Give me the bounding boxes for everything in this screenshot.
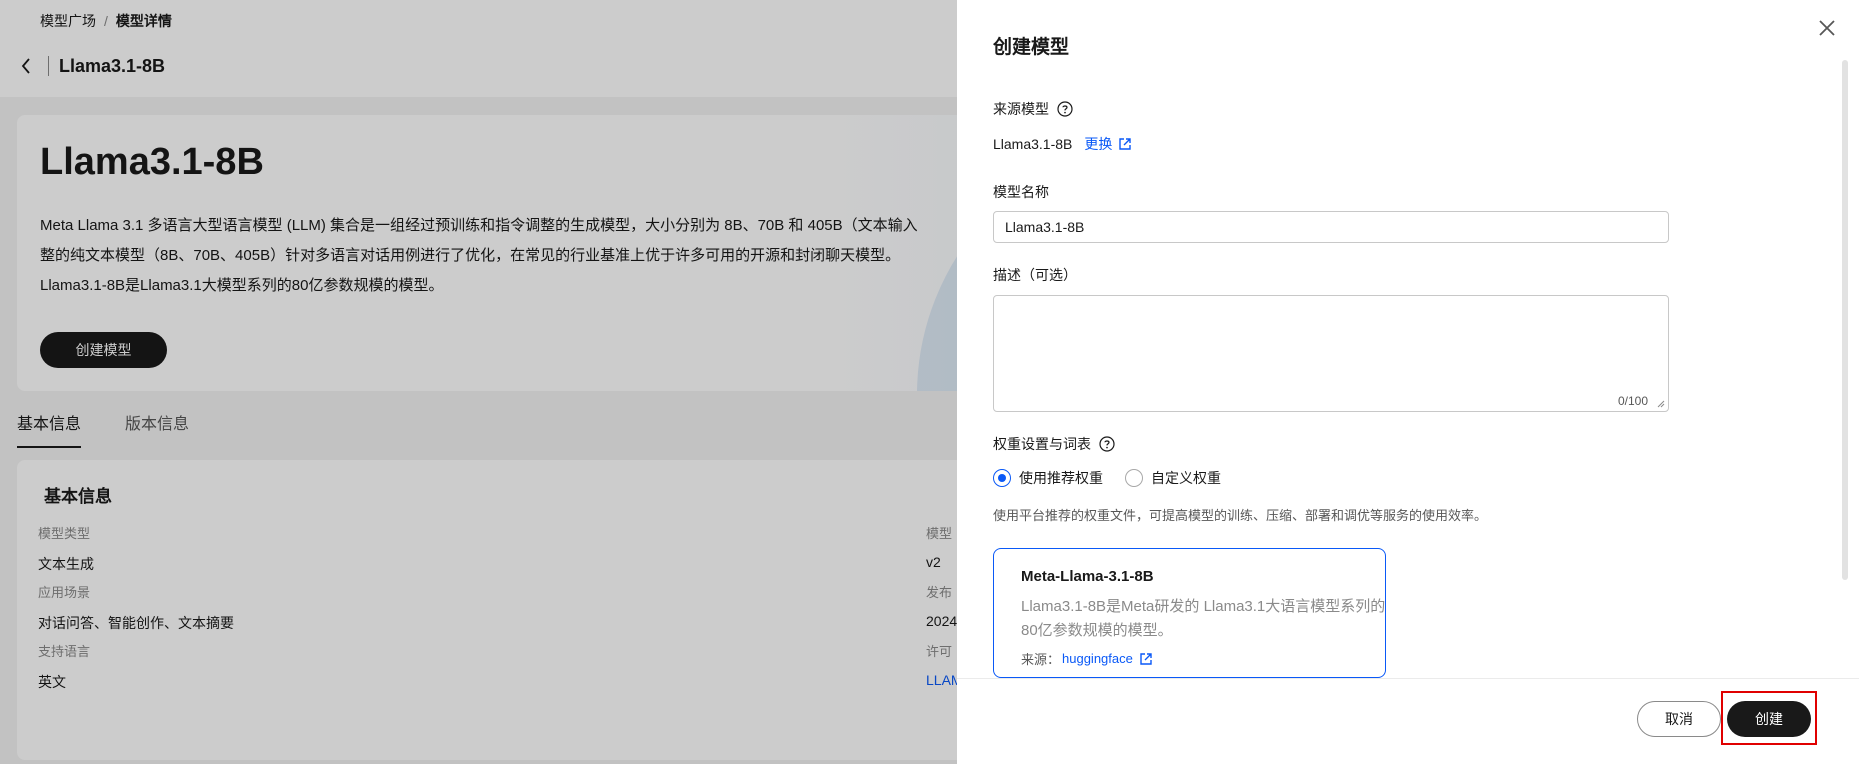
- drawer-title: 创建模型: [993, 37, 1070, 58]
- huggingface-link[interactable]: huggingface: [1062, 651, 1153, 666]
- create-model-drawer: 创建模型 来源模型 Llama3.1-8B 更换 模型名称 描述（可选） 0/1…: [957, 0, 1859, 764]
- resize-grip-icon[interactable]: [1655, 398, 1665, 408]
- weight-hint: 使用平台推荐的权重文件，可提高模型的训练、压缩、部署和调优等服务的使用效率。: [993, 508, 1488, 523]
- help-icon[interactable]: [1057, 101, 1073, 117]
- help-icon[interactable]: [1099, 436, 1115, 452]
- source-model-label-row: 来源模型: [993, 99, 1073, 119]
- close-icon[interactable]: [1815, 16, 1839, 40]
- source-model-label: 来源模型: [993, 101, 1049, 117]
- radio-unchecked-icon: [1125, 469, 1143, 487]
- weight-option-card[interactable]: Meta-Llama-3.1-8B Llama3.1-8B是Meta研发的 Ll…: [993, 548, 1386, 678]
- change-link-label: 更换: [1084, 136, 1113, 152]
- radio-custom-weight[interactable]: 自定义权重: [1125, 468, 1221, 488]
- radio-checked-icon: [993, 469, 1011, 487]
- modal-overlay[interactable]: [0, 0, 957, 764]
- create-button[interactable]: 创建: [1727, 701, 1811, 737]
- model-name-input[interactable]: [993, 211, 1669, 243]
- weight-label-row: 权重设置与词表: [993, 434, 1115, 454]
- radio-label: 自定义权重: [1151, 470, 1221, 486]
- change-source-link[interactable]: 更换: [1084, 134, 1132, 154]
- external-link-icon: [1140, 652, 1152, 665]
- weight-settings-label: 权重设置与词表: [993, 436, 1091, 452]
- cancel-button[interactable]: 取消: [1637, 701, 1721, 737]
- weight-radio-group: 使用推荐权重 自定义权重: [993, 468, 1243, 488]
- radio-label: 使用推荐权重: [1019, 470, 1103, 486]
- description-textarea[interactable]: [994, 296, 1668, 411]
- external-link-icon: [1119, 138, 1132, 150]
- radio-recommended-weight[interactable]: 使用推荐权重: [993, 468, 1103, 488]
- source-model-row: Llama3.1-8B 更换: [993, 134, 1132, 154]
- source-link-label: huggingface: [1062, 651, 1133, 666]
- weight-card-source: 来源： huggingface: [1021, 649, 1153, 668]
- description-label: 描述（可选）: [993, 267, 1077, 283]
- source-prefix: 来源：: [1021, 652, 1061, 667]
- drawer-scrollbar[interactable]: [1842, 60, 1848, 580]
- weight-card-description: Llama3.1-8B是Meta研发的 Llama3.1大语言模型系列的80亿参…: [1021, 598, 1386, 639]
- description-field[interactable]: 0/100: [993, 295, 1669, 412]
- model-name-label: 模型名称: [993, 184, 1049, 200]
- weight-card-title: Meta-Llama-3.1-8B: [1021, 568, 1154, 585]
- source-model-value: Llama3.1-8B: [993, 136, 1073, 152]
- char-counter: 0/100: [1617, 394, 1648, 408]
- drawer-footer: 取消 创建: [957, 678, 1859, 764]
